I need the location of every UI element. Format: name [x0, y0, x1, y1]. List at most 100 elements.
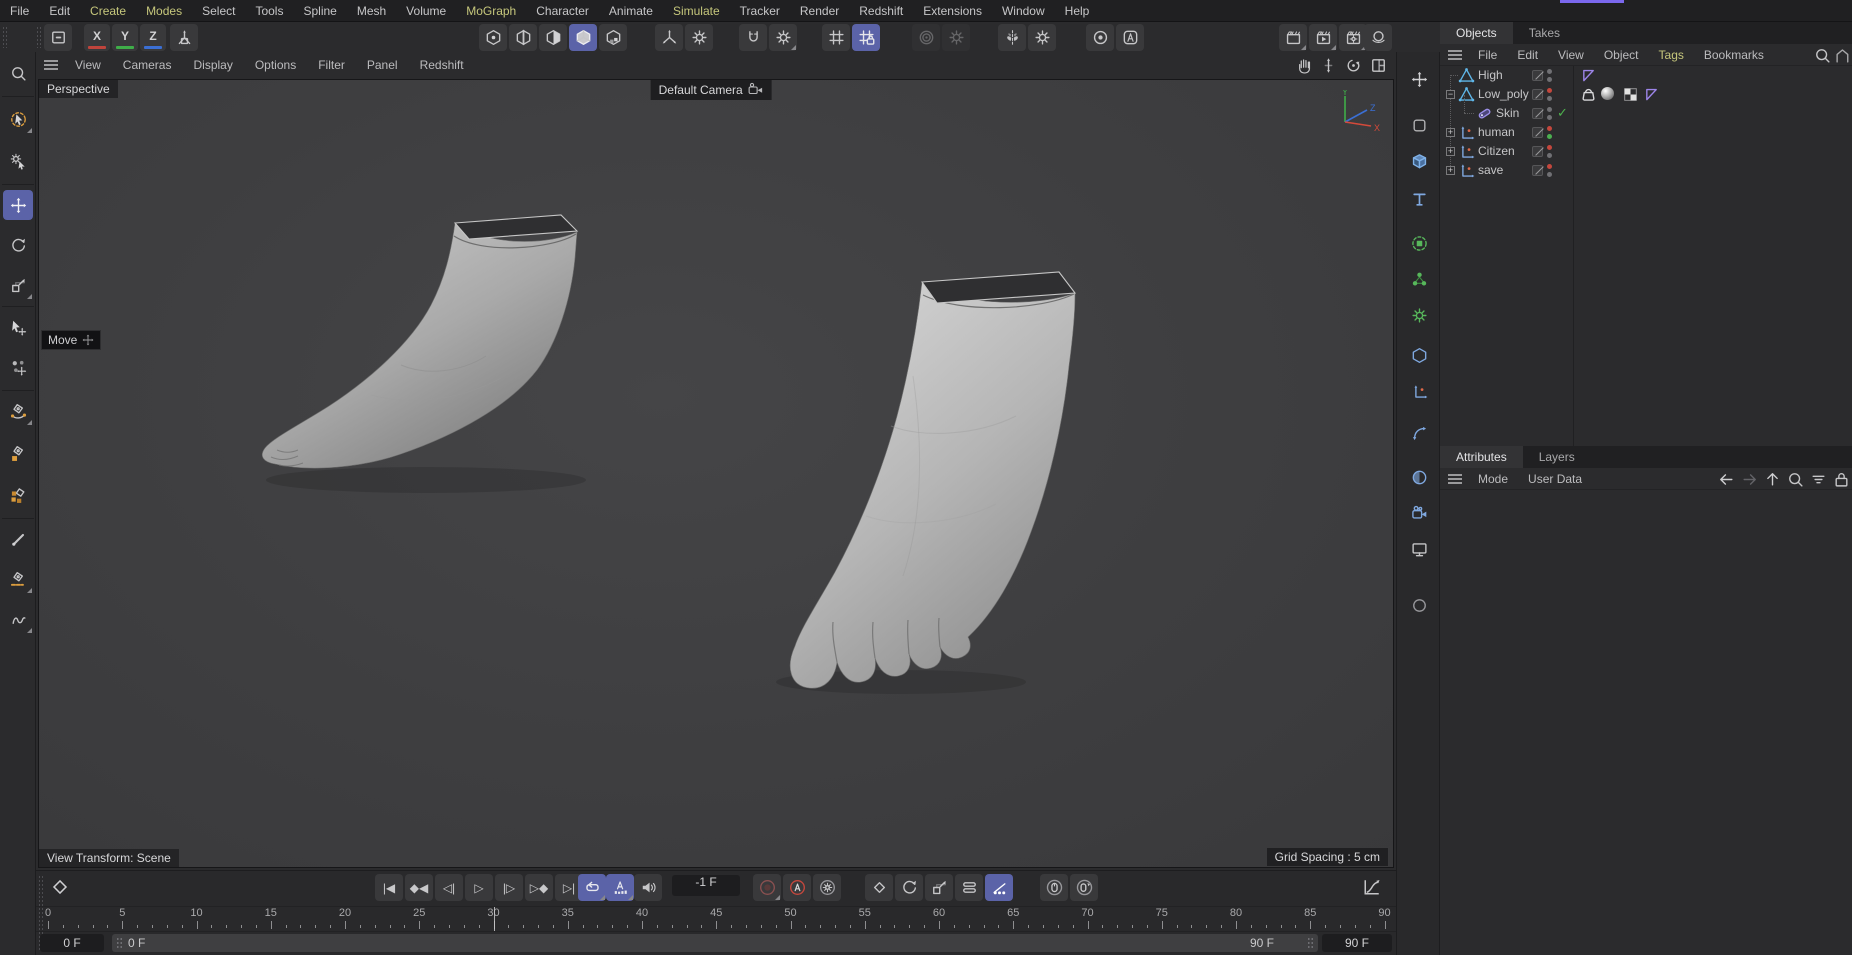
menu-item-animate[interactable]: Animate [599, 0, 663, 22]
spline-sketch-tool[interactable] [3, 604, 33, 634]
modeling-tool-button[interactable] [912, 24, 940, 51]
autokey-button[interactable] [783, 874, 811, 901]
timeline-curve-icon[interactable] [1362, 877, 1382, 897]
expand-icon[interactable]: + [1446, 147, 1455, 156]
render-visibility-dot[interactable] [1547, 115, 1552, 120]
live-selection-tool[interactable] [3, 104, 33, 134]
rotate-tool[interactable] [3, 230, 33, 260]
render-visibility-dot[interactable] [1547, 134, 1552, 139]
polygons-mode-button[interactable] [539, 24, 567, 51]
symmetry-button[interactable] [998, 24, 1026, 51]
record-mouse-button[interactable] [1040, 874, 1068, 901]
objects-menu-object[interactable]: Object [1594, 48, 1649, 62]
play-cycle-button[interactable] [578, 874, 606, 901]
range-grip-right[interactable] [1307, 937, 1314, 949]
snap-tool-button[interactable] [739, 24, 767, 51]
menu-item-tools[interactable]: Tools [245, 0, 293, 22]
playhead-line[interactable] [494, 907, 495, 932]
play-forward-button[interactable]: ▷ [465, 874, 493, 901]
tab-takes[interactable]: Takes [1513, 22, 1576, 44]
tag-phong-icon[interactable] [1643, 86, 1660, 103]
menu-item-volume[interactable]: Volume [396, 0, 456, 22]
tag-material-icon[interactable] [1601, 87, 1614, 103]
render-settings-button[interactable] [1339, 24, 1367, 51]
particles-button[interactable] [1404, 264, 1434, 294]
axis-lock-x[interactable]: X [84, 24, 110, 51]
multi-pen-tool[interactable] [3, 480, 33, 510]
viewport-menu-options[interactable]: Options [244, 58, 307, 72]
transform-tool-button[interactable] [1404, 418, 1434, 448]
axis-lock-y[interactable]: Y [112, 24, 138, 51]
next-frame-button[interactable]: |▷ [495, 874, 523, 901]
menu-item-simulate[interactable]: Simulate [663, 0, 730, 22]
current-frame-field[interactable]: -1 F [672, 875, 740, 896]
interactive-render-region-button[interactable] [1364, 24, 1392, 51]
menu-item-mograph[interactable]: MoGraph [456, 0, 526, 22]
cube-object-button[interactable] [1404, 146, 1434, 176]
axis-gizmo[interactable]: Y Z X [1331, 90, 1383, 134]
forward-arrow-icon[interactable] [1741, 471, 1758, 488]
tree-row-low-poly[interactable]: −Low_poly [1440, 85, 1852, 104]
layer-toggle[interactable] [1532, 146, 1543, 157]
model-mode-button[interactable] [569, 24, 597, 51]
menu-item-redshift[interactable]: Redshift [849, 0, 913, 22]
range-grip-left[interactable] [116, 937, 123, 949]
viewport-menu-view[interactable]: View [64, 58, 112, 72]
object-mode-button[interactable] [599, 24, 627, 51]
auto-mode-button[interactable] [1116, 24, 1144, 51]
empty-slot-button[interactable] [1404, 590, 1434, 620]
tree-row-high[interactable]: High [1440, 66, 1852, 85]
modeling-settings-button[interactable] [942, 24, 970, 51]
tree-row-citizen[interactable]: +Citizen [1440, 142, 1852, 161]
next-key-button[interactable]: ▷◆ [525, 874, 553, 901]
range-start-field[interactable]: 0 F [40, 934, 104, 952]
viewport-menu-panel[interactable]: Panel [356, 58, 409, 72]
menu-item-window[interactable]: Window [992, 0, 1055, 22]
tree-row-skin[interactable]: Skin✓ [1440, 104, 1852, 123]
pan-view-button[interactable] [1293, 55, 1313, 75]
previous-frame-button[interactable]: ◁| [435, 874, 463, 901]
view-target-button[interactable] [1086, 24, 1114, 51]
knife-tool[interactable] [3, 564, 33, 594]
display-settings-button[interactable] [1404, 534, 1434, 564]
menu-item-edit[interactable]: Edit [39, 0, 80, 22]
collapse-icon[interactable]: − [1446, 90, 1455, 99]
enabled-check-icon[interactable]: ✓ [1557, 105, 1568, 121]
tab-attributes[interactable]: Attributes [1440, 446, 1523, 468]
expand-icon[interactable]: + [1446, 128, 1455, 137]
up-arrow-icon[interactable] [1764, 471, 1781, 488]
scale-tool[interactable] [3, 270, 33, 300]
quantize-button[interactable] [822, 24, 850, 51]
menu-item-tracker[interactable]: Tracker [730, 0, 790, 22]
brush-tool[interactable] [3, 524, 33, 554]
tag-phong-icon[interactable] [1580, 67, 1597, 84]
tree-row-human[interactable]: +human [1440, 123, 1852, 142]
menu-item-character[interactable]: Character [526, 0, 599, 22]
spline-pen-tool[interactable] [3, 396, 33, 426]
dolly-view-button[interactable] [1318, 55, 1338, 75]
layer-toggle[interactable] [1532, 165, 1543, 176]
render-view-button[interactable] [1279, 24, 1307, 51]
viewport-menu-redshift[interactable]: Redshift [409, 58, 475, 72]
quantize-lock-button[interactable] [852, 24, 880, 51]
timeline-ruler[interactable]: 051015202530354045505560657075808590 [36, 907, 1396, 932]
objects-menu-edit[interactable]: Edit [1507, 48, 1548, 62]
editor-visibility-dot[interactable] [1547, 164, 1552, 169]
content-browser-button[interactable] [44, 24, 72, 51]
objects-menu-file[interactable]: File [1468, 48, 1507, 62]
menu-item-create[interactable]: Create [80, 0, 136, 22]
range-slider[interactable]: 0 F 90 F [112, 934, 1318, 952]
volume-object-button[interactable] [1404, 340, 1434, 370]
menu-item-help[interactable]: Help [1055, 0, 1100, 22]
foot-model-high-poly[interactable] [771, 266, 1113, 698]
frame-object-button[interactable] [1404, 110, 1434, 140]
layer-toggle[interactable] [1532, 127, 1543, 138]
find-tool[interactable] [3, 58, 33, 88]
text-object-button[interactable] [1404, 184, 1434, 214]
record-keyframe-button[interactable] [753, 874, 781, 901]
render-visibility-dot[interactable] [1547, 77, 1552, 82]
polygon-pen-tool[interactable] [3, 438, 33, 468]
render-picture-viewer-button[interactable] [1309, 24, 1337, 51]
attributes-menu-mode[interactable]: Mode [1468, 472, 1518, 486]
menu-item-file[interactable]: File [0, 0, 39, 22]
